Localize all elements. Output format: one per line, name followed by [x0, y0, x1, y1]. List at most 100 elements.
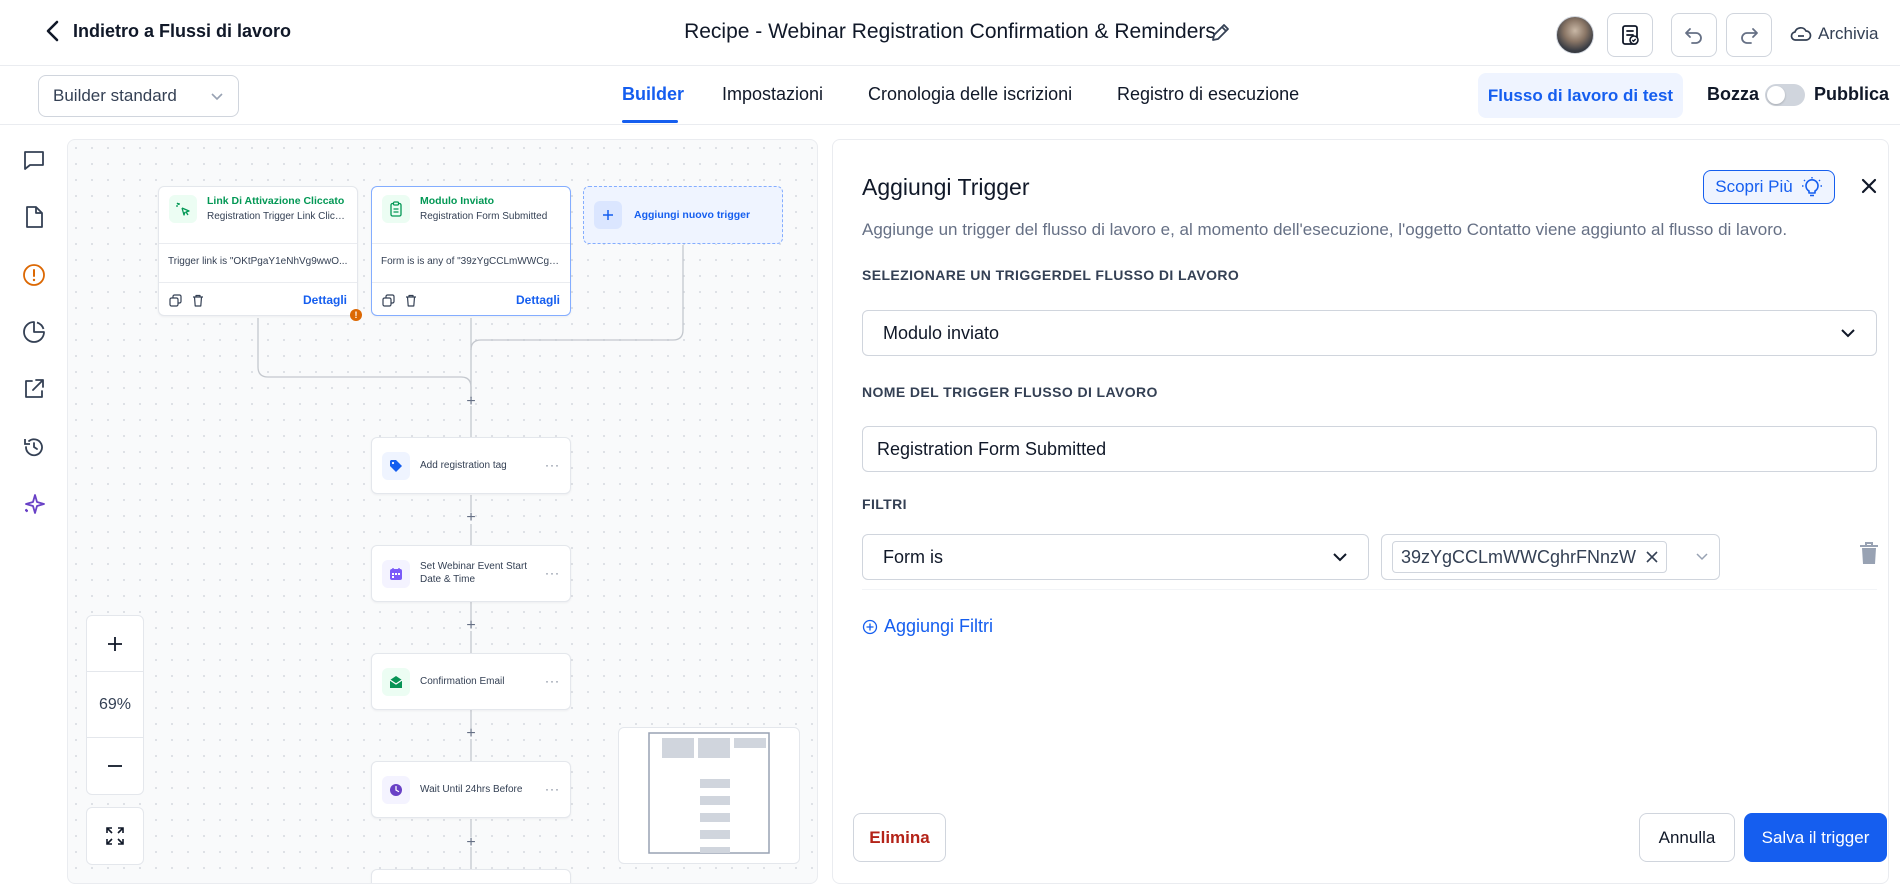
trigger-details-link[interactable]: Dettagli	[303, 293, 347, 307]
more-options-icon[interactable]: ···	[545, 782, 560, 796]
alert-icon[interactable]	[21, 262, 47, 288]
arrow-left-icon	[45, 20, 61, 42]
close-icon[interactable]	[1861, 178, 1877, 194]
action-label: Add registration tag	[420, 460, 507, 471]
builder-mode-select[interactable]: Builder standard	[38, 75, 239, 117]
copy-icon[interactable]	[169, 293, 182, 307]
action-card-wait[interactable]: Wait Until 24hrs Before ···	[371, 761, 571, 818]
add-new-trigger-button[interactable]: Aggiungi nuovo trigger	[583, 186, 783, 244]
chevron-down-icon	[210, 91, 224, 101]
add-filter-label: Aggiungi Filtri	[884, 616, 994, 636]
minimap[interactable]	[618, 727, 800, 864]
left-sidebar	[0, 125, 68, 890]
pie-chart-icon[interactable]	[21, 319, 47, 345]
filters-label: FILTRI	[862, 496, 907, 512]
action-card-confirmation-email[interactable]: Confirmation Email ···	[371, 653, 571, 710]
clipboard-icon	[382, 195, 410, 223]
filter-value-select[interactable]: 39zYgCCLmWWCghrFNnzW	[1381, 534, 1720, 580]
add-filter-button[interactable]: Aggiungi Filtri	[862, 616, 993, 637]
more-options-icon[interactable]: ···	[545, 674, 560, 688]
chevron-down-icon	[1332, 552, 1348, 562]
trigger-name-label: NOME DEL TRIGGER FLUSSO DI LAVORO	[862, 384, 1158, 400]
minus-icon	[106, 757, 124, 775]
publish-toggle[interactable]	[1765, 84, 1805, 106]
test-workflow-button[interactable]: Flusso di lavoro di test	[1478, 73, 1683, 118]
toggle-knob	[1767, 86, 1785, 104]
filter-divider	[862, 589, 1877, 590]
trash-icon[interactable]	[405, 294, 417, 307]
tab-settings[interactable]: Impostazioni	[722, 84, 823, 105]
add-step-plus[interactable]: +	[464, 394, 478, 410]
panel-title: Aggiungi Trigger	[862, 174, 1030, 200]
tab-execution-log[interactable]: Registro di esecuzione	[1117, 84, 1299, 105]
plus-circle-icon	[862, 619, 878, 635]
trigger-card-form-submitted[interactable]: Modulo Inviato Registration Form Submitt…	[371, 186, 571, 316]
calendar-icon	[382, 559, 410, 588]
clock-icon	[382, 775, 410, 804]
redo-button[interactable]	[1726, 13, 1772, 57]
sparkles-icon[interactable]	[21, 491, 47, 517]
filter-value-text: 39zYgCCLmWWCghrFNnzW	[1401, 546, 1637, 567]
trigger-title: Modulo Inviato	[420, 195, 495, 207]
archive-label: Archivia	[1818, 24, 1879, 43]
plus-icon	[106, 635, 124, 653]
document-icon[interactable]	[21, 204, 47, 230]
action-label: Wait Until 24hrs Before	[420, 784, 523, 795]
cancel-button[interactable]: Annulla	[1639, 813, 1735, 862]
avatar[interactable]	[1556, 16, 1594, 54]
fit-to-screen-button[interactable]	[86, 807, 144, 865]
action-card-set-date[interactable]: Set Webinar Event Start Date & Time ···	[371, 545, 571, 602]
delete-trigger-button[interactable]: Elimina	[853, 813, 946, 862]
builder-mode-value: Builder standard	[53, 86, 177, 105]
trash-icon[interactable]	[192, 294, 204, 307]
workflow-canvas[interactable]: Link Di Attivazione Cliccato Registratio…	[67, 139, 818, 884]
tab-enrollment-history[interactable]: Cronologia delle iscrizioni	[868, 84, 1072, 105]
active-tab-indicator	[622, 120, 678, 123]
filter-field-select[interactable]: Form is	[862, 534, 1369, 580]
edit-title-pencil-icon[interactable]	[1209, 22, 1231, 44]
copy-icon[interactable]	[382, 293, 395, 307]
trigger-type-select[interactable]: Modulo inviato	[862, 310, 1877, 356]
clipboard-check-icon	[1618, 23, 1642, 47]
learn-more-button[interactable]: Scopri Più	[1703, 170, 1835, 204]
filter-field-value: Form is	[883, 546, 943, 567]
cloud-icon	[1790, 25, 1812, 43]
publish-label: Pubblica	[1814, 84, 1890, 104]
panel-description: Aggiunge un trigger del flusso di lavoro…	[862, 220, 1788, 239]
trigger-details-link[interactable]: Dettagli	[516, 293, 560, 307]
remove-chip-icon[interactable]	[1646, 551, 1658, 563]
external-link-icon[interactable]	[21, 376, 47, 402]
learn-more-label: Scopri Più	[1715, 177, 1793, 196]
zoom-in-button[interactable]	[87, 616, 143, 672]
more-options-icon[interactable]: ···	[545, 458, 560, 472]
action-card-add-tag[interactable]: Add registration tag ···	[371, 437, 571, 494]
add-step-plus[interactable]: +	[464, 510, 478, 526]
add-step-plus[interactable]: +	[464, 618, 478, 634]
zoom-out-button[interactable]	[87, 738, 143, 794]
add-step-plus[interactable]: +	[464, 835, 478, 851]
action-card-next[interactable]	[371, 869, 571, 883]
archive-button[interactable]: Archivia	[1790, 24, 1878, 44]
save-trigger-button[interactable]: Salva il trigger	[1744, 813, 1887, 862]
tag-icon	[382, 451, 410, 480]
lightbulb-icon	[1801, 176, 1823, 198]
zoom-controls: 69%	[86, 615, 144, 795]
chat-icon[interactable]	[21, 147, 47, 173]
notes-button[interactable]	[1607, 13, 1653, 57]
history-icon[interactable]	[21, 434, 47, 460]
undo-button[interactable]	[1671, 13, 1717, 57]
add-trigger-panel: Aggiungi Trigger Scopri Più Aggiunge un …	[832, 139, 1889, 884]
expand-icon	[104, 825, 126, 847]
more-options-icon[interactable]: ···	[545, 566, 560, 580]
tab-builder[interactable]: Builder	[622, 84, 684, 105]
trigger-name-input[interactable]: Registration Form Submitted	[862, 426, 1877, 472]
redo-icon	[1738, 24, 1760, 46]
add-step-plus[interactable]: +	[464, 726, 478, 742]
trigger-type-value: Modulo inviato	[883, 322, 1000, 343]
trigger-card-link-clicked[interactable]: Link Di Attivazione Cliccato Registratio…	[158, 186, 358, 316]
add-trigger-label: Aggiungi nuovo trigger	[634, 209, 751, 221]
back-to-workflows-link[interactable]: Indietro a Flussi di lavoro	[45, 20, 291, 42]
action-label: Set Webinar Event Start Date & Time	[420, 561, 528, 585]
builder-toolbar: Builder standard Builder Impostazioni Cr…	[0, 66, 1900, 125]
delete-filter-trash-icon[interactable]	[1859, 541, 1879, 565]
